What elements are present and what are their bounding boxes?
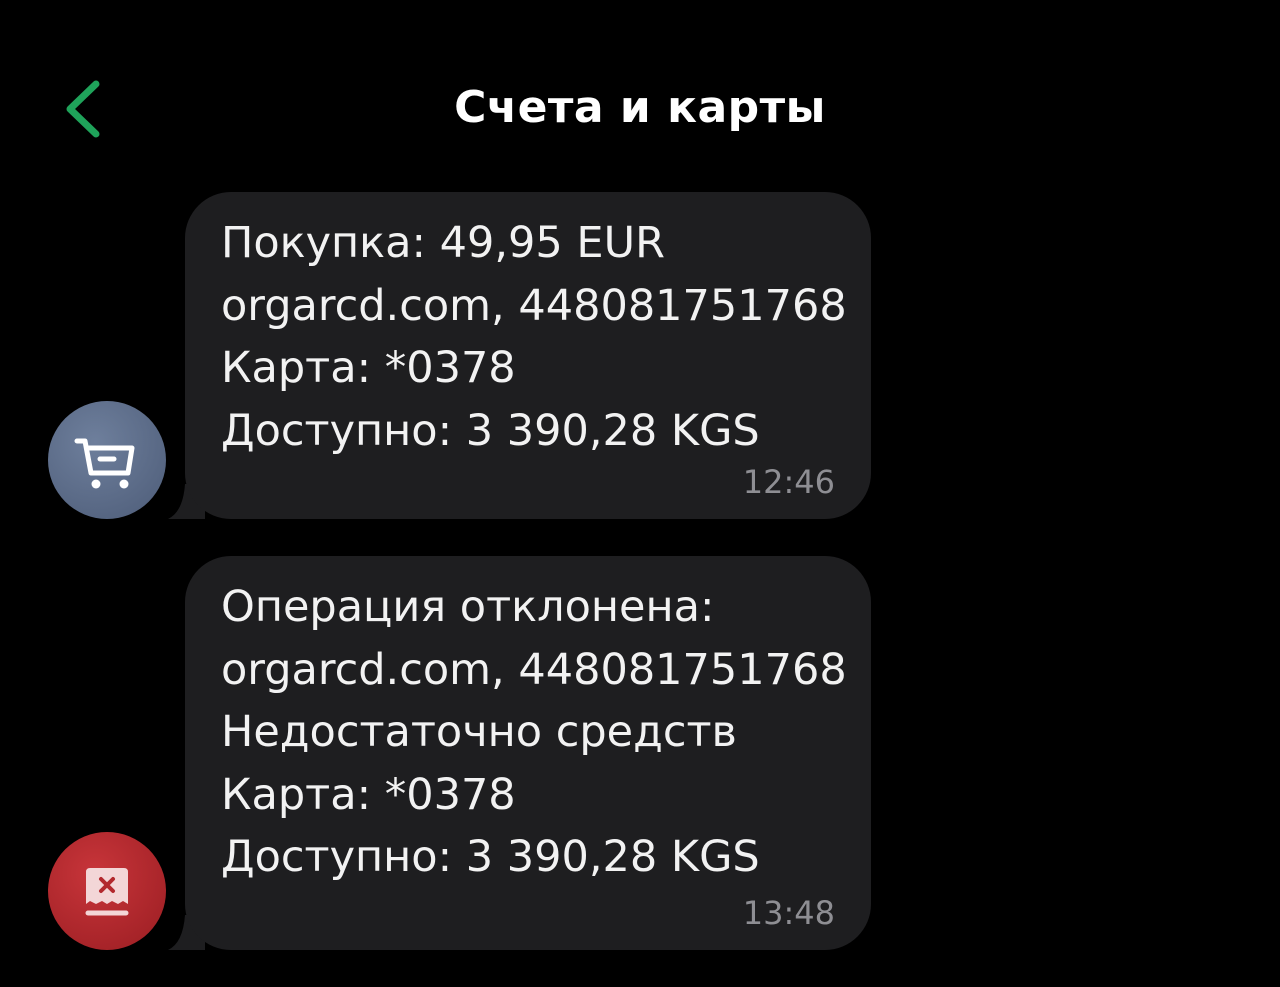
page-title: Счета и карты bbox=[454, 82, 826, 133]
message-line: Карта: *0378 bbox=[221, 769, 516, 820]
shopping-cart-icon bbox=[74, 438, 135, 489]
message-text: Покупка: 49,95 EUR orgarcd.com, 44808175… bbox=[221, 212, 847, 462]
message-line: Доступно: 3 390,28 KGS bbox=[221, 832, 760, 882]
message-line: Доступно: 3 390,28 KGS bbox=[221, 405, 760, 456]
message-bubble[interactable]: Операция отклонена: orgarcd.com, 4480817… bbox=[185, 556, 871, 950]
message-text: Операция отклонена: orgarcd.com, 4480817… bbox=[221, 576, 847, 889]
message-line: Недостаточно средств bbox=[221, 707, 737, 757]
message-time: 12:46 bbox=[742, 463, 835, 501]
message-line: orgarcd.com, 448081751768 bbox=[221, 280, 847, 331]
message-time: 13:48 bbox=[742, 894, 835, 932]
message-line: orgarcd.com, 448081751768 bbox=[221, 644, 847, 695]
message-line: Операция отклонена: bbox=[221, 582, 715, 632]
message-bubble[interactable]: Покупка: 49,95 EUR orgarcd.com, 44808175… bbox=[185, 192, 871, 519]
message-line: Покупка: 49,95 EUR bbox=[221, 218, 665, 268]
header: Счета и карты bbox=[0, 0, 1280, 200]
sender-avatar[interactable] bbox=[48, 401, 166, 519]
message-line: Карта: *0378 bbox=[221, 343, 516, 393]
sender-avatar[interactable] bbox=[48, 832, 166, 950]
declined-receipt-icon bbox=[85, 868, 129, 916]
